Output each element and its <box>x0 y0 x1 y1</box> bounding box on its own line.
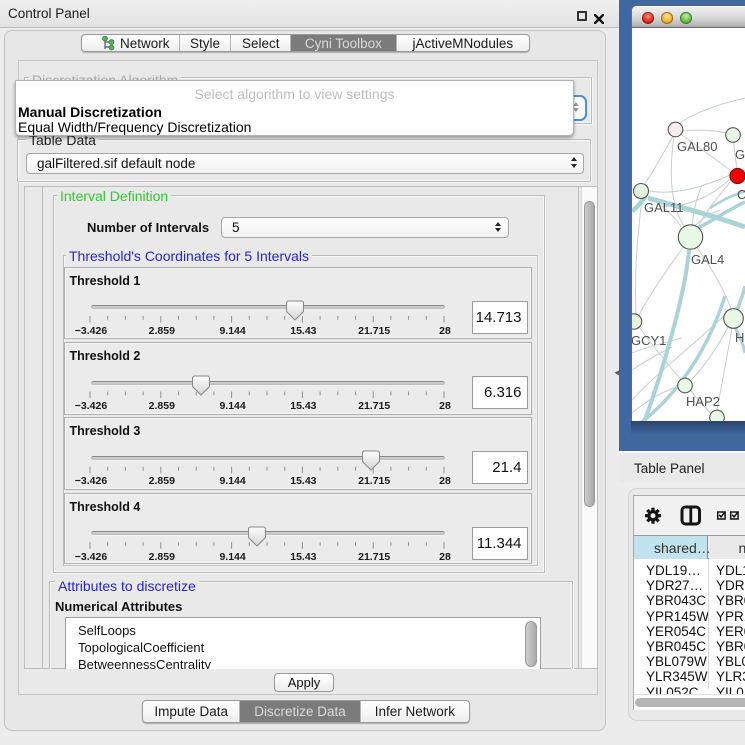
svg-text:H: H <box>735 330 744 345</box>
svg-text:GAL80: GAL80 <box>677 139 717 154</box>
svg-text:GAL11: GAL11 <box>644 200 684 215</box>
svg-text:C: C <box>737 187 745 202</box>
svg-text:HAP2: HAP2 <box>686 394 720 409</box>
svg-text:GAL4: GAL4 <box>691 252 724 267</box>
svg-text:GCY1: GCY1 <box>632 333 666 348</box>
svg-text:GA: GA <box>735 147 745 162</box>
